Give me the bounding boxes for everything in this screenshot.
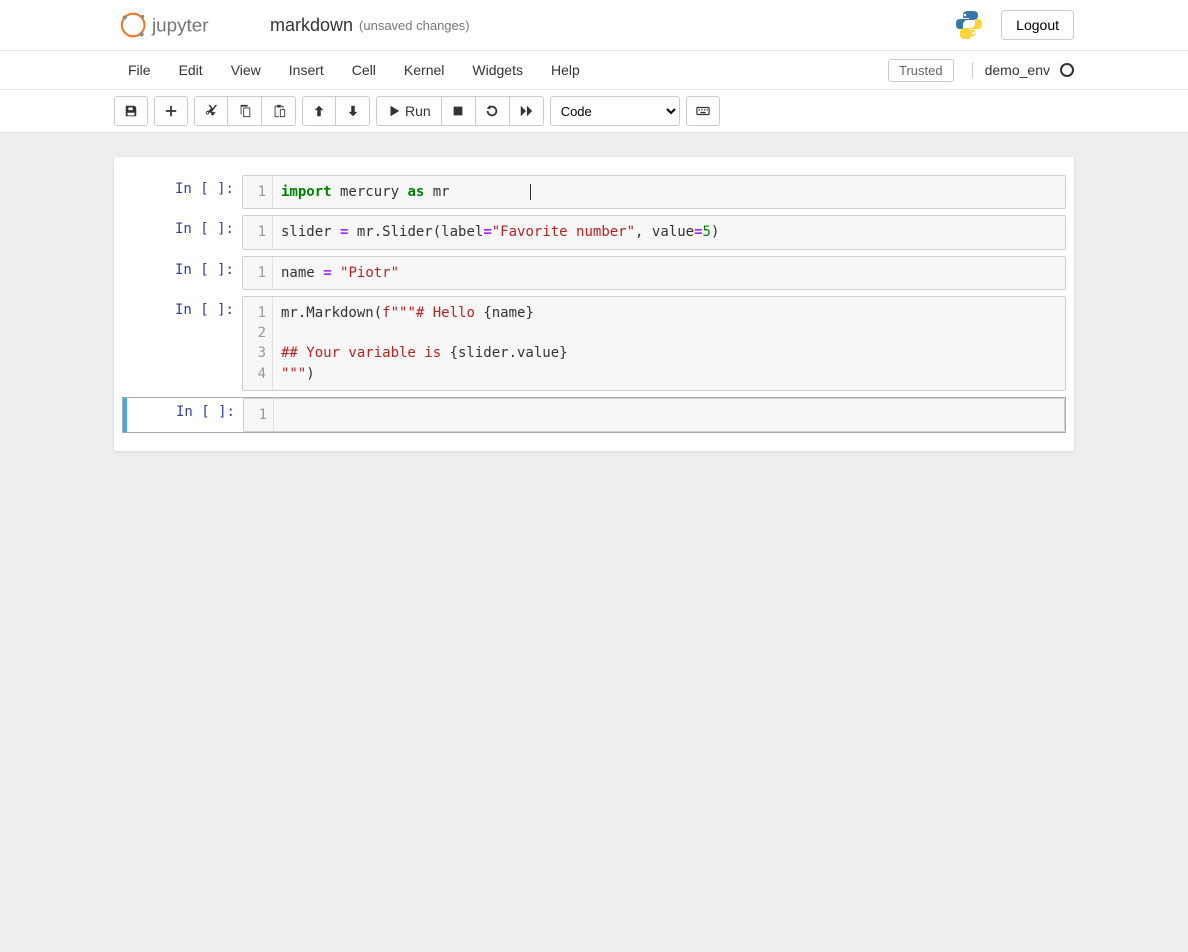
code-cell[interactable]: In [ ]:1slider = mr.Slider(label="Favori… bbox=[122, 215, 1066, 249]
code-cell[interactable]: In [ ]:1name = "Piotr" bbox=[122, 256, 1066, 290]
line-gutter: 1 bbox=[243, 176, 273, 208]
logout-button[interactable]: Logout bbox=[1001, 10, 1074, 40]
code-editor[interactable] bbox=[274, 399, 1064, 431]
code-editor[interactable]: mr.Markdown(f"""# Hello {name} ## Your v… bbox=[273, 297, 1065, 390]
restart-run-all-button[interactable] bbox=[510, 96, 544, 126]
command-palette-button[interactable] bbox=[686, 96, 720, 126]
save-icon bbox=[124, 104, 138, 118]
header-bar: jupyter markdown (unsaved changes) Logou… bbox=[0, 0, 1188, 51]
menu-file[interactable]: File bbox=[114, 54, 165, 86]
code-editor[interactable]: name = "Piotr" bbox=[273, 257, 1065, 289]
save-status: (unsaved changes) bbox=[359, 18, 470, 33]
menu-widgets[interactable]: Widgets bbox=[458, 54, 537, 86]
fast-forward-icon bbox=[519, 104, 533, 118]
menu-help[interactable]: Help bbox=[537, 54, 594, 86]
move-down-button[interactable] bbox=[336, 96, 370, 126]
env-label: demo_env bbox=[985, 62, 1050, 78]
save-button[interactable] bbox=[114, 96, 148, 126]
cell-type-select[interactable]: Code bbox=[550, 96, 680, 126]
code-cell[interactable]: In [ ]:1import mercury as mr bbox=[122, 175, 1066, 209]
keyboard-icon bbox=[696, 104, 710, 118]
menu-edit[interactable]: Edit bbox=[165, 54, 217, 86]
notebook-container: In [ ]:1import mercury as mrIn [ ]:1slid… bbox=[114, 157, 1074, 451]
menu-view[interactable]: View bbox=[217, 54, 275, 86]
code-editor[interactable]: import mercury as mr bbox=[273, 176, 1065, 208]
interrupt-button[interactable] bbox=[442, 96, 476, 126]
cell-prompt: In [ ]: bbox=[123, 398, 243, 432]
cell-prompt: In [ ]: bbox=[122, 215, 242, 249]
cell-prompt: In [ ]: bbox=[122, 296, 242, 391]
cut-icon bbox=[204, 104, 218, 118]
arrow-up-icon bbox=[312, 104, 326, 118]
cell-input-area[interactable]: 1slider = mr.Slider(label="Favorite numb… bbox=[242, 215, 1066, 249]
plus-icon bbox=[164, 104, 178, 118]
restart-button[interactable] bbox=[476, 96, 510, 126]
run-label: Run bbox=[405, 103, 431, 119]
menubar: File Edit View Insert Cell Kernel Widget… bbox=[0, 51, 1188, 90]
paste-button[interactable] bbox=[262, 96, 296, 126]
copy-button[interactable] bbox=[228, 96, 262, 126]
arrow-down-icon bbox=[346, 104, 360, 118]
cut-button[interactable] bbox=[194, 96, 228, 126]
code-editor[interactable]: slider = mr.Slider(label="Favorite numbe… bbox=[273, 216, 1065, 248]
kernel-name[interactable]: demo_env bbox=[972, 62, 1074, 78]
restart-icon bbox=[485, 104, 499, 118]
cell-prompt: In [ ]: bbox=[122, 256, 242, 290]
line-gutter: 1234 bbox=[243, 297, 273, 390]
notebook-name[interactable]: markdown bbox=[270, 15, 353, 36]
cell-input-area[interactable]: 1name = "Piotr" bbox=[242, 256, 1066, 290]
line-gutter: 1 bbox=[244, 399, 274, 431]
play-icon bbox=[387, 104, 401, 118]
line-gutter: 1 bbox=[243, 257, 273, 289]
toolbar: Run Code bbox=[0, 90, 1188, 133]
paste-icon bbox=[272, 104, 286, 118]
menu-kernel[interactable]: Kernel bbox=[390, 54, 458, 86]
code-cell[interactable]: In [ ]:1234mr.Markdown(f"""# Hello {name… bbox=[122, 296, 1066, 391]
stop-icon bbox=[451, 104, 465, 118]
python-logo-icon bbox=[953, 8, 985, 43]
move-up-button[interactable] bbox=[302, 96, 336, 126]
cell-input-area[interactable]: 1import mercury as mr bbox=[242, 175, 1066, 209]
trusted-indicator[interactable]: Trusted bbox=[888, 59, 954, 82]
jupyter-logo[interactable]: jupyter bbox=[114, 9, 254, 41]
cell-prompt: In [ ]: bbox=[122, 175, 242, 209]
kernel-status-icon bbox=[1060, 63, 1074, 77]
cell-input-area[interactable]: 1 bbox=[243, 398, 1065, 432]
svg-text:jupyter: jupyter bbox=[151, 15, 208, 36]
menu-cell[interactable]: Cell bbox=[338, 54, 390, 86]
insert-cell-button[interactable] bbox=[154, 96, 188, 126]
cell-input-area[interactable]: 1234mr.Markdown(f"""# Hello {name} ## Yo… bbox=[242, 296, 1066, 391]
copy-icon bbox=[238, 104, 252, 118]
menu-insert[interactable]: Insert bbox=[275, 54, 338, 86]
run-button[interactable]: Run bbox=[376, 96, 442, 126]
line-gutter: 1 bbox=[243, 216, 273, 248]
code-cell[interactable]: In [ ]:1 bbox=[122, 397, 1066, 433]
